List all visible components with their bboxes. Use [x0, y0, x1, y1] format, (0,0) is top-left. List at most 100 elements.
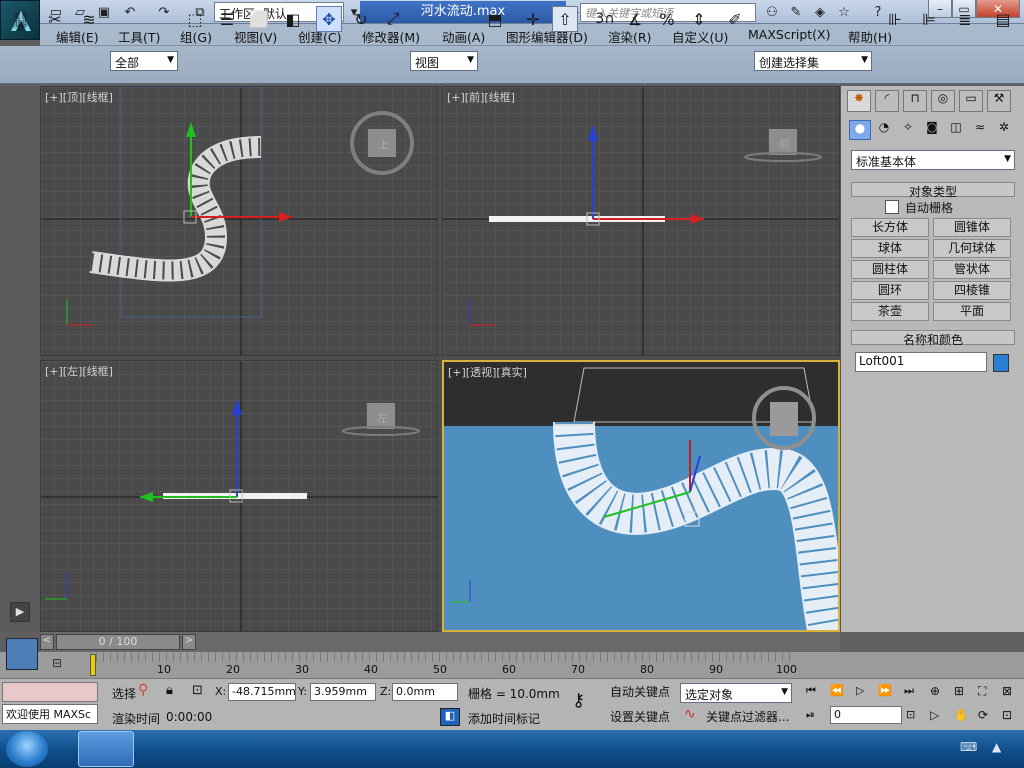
teapot-button[interactable]: 茶壶 — [851, 302, 929, 321]
geosphere-button[interactable]: 几何球体 — [933, 239, 1011, 258]
windows-start-icon[interactable] — [6, 731, 48, 767]
spacewarps-icon[interactable]: ≈ — [969, 120, 991, 140]
field-of-view-icon[interactable]: ▷ — [930, 708, 939, 722]
z-coord-field[interactable]: 0.0mm — [392, 683, 458, 701]
zoom-icon[interactable]: ⊕ — [930, 684, 940, 698]
go-to-start-icon[interactable]: ⏮ — [806, 684, 816, 698]
key-mode-toggle-icon[interactable]: ⏯ — [806, 708, 815, 722]
helpers-icon[interactable]: ◫ — [945, 120, 967, 140]
key-filters-button[interactable]: 关键点过滤器... — [706, 708, 789, 725]
set-key-mode-icon[interactable]: ⚷ — [572, 690, 585, 711]
unlink-icon[interactable]: ✂ — [42, 6, 68, 32]
geometry-icon[interactable]: ● — [849, 120, 871, 140]
named-selection-dropdown[interactable]: 创建选择集 ▼ — [754, 51, 872, 71]
absolute-mode-icon[interactable]: ⊡ — [192, 683, 203, 698]
object-type-rollout-header[interactable]: 对象类型 — [851, 182, 1015, 199]
modify-tab-icon[interactable]: ◜ — [875, 90, 899, 112]
viewport-front-label[interactable]: [+][前][线框] — [447, 89, 515, 105]
selection-filter-dropdown[interactable]: 全部 ▼ — [110, 51, 178, 71]
select-by-name-icon[interactable]: ☰ — [214, 6, 240, 32]
maximize-viewport-icon[interactable]: ⊡ — [1002, 708, 1012, 722]
communication-icon[interactable]: ◈ — [810, 3, 830, 21]
select-manipulate-icon[interactable]: ✛ — [520, 6, 546, 32]
snaps-toggle[interactable]: 3 ∩ — [592, 6, 618, 32]
tray-arrow-icon[interactable]: ▲ — [992, 740, 1001, 754]
lock-selection-icon[interactable]: 🔒︎ — [166, 683, 173, 698]
name-color-rollout-header[interactable]: 名称和颜色 — [851, 330, 1015, 347]
keyboard-icon[interactable]: ⌨ — [960, 740, 977, 754]
mirror-icon[interactable]: ⊪ — [882, 6, 908, 32]
hierarchy-tab-icon[interactable]: ⊓ — [903, 90, 927, 112]
geometry-category-dropdown[interactable]: 标准基本体 ▼ — [851, 150, 1015, 170]
spinner-snap-icon[interactable]: ⇕ — [686, 6, 712, 32]
zoom-all-icon[interactable]: ⊞ — [954, 684, 964, 698]
lights-icon[interactable]: ✧ — [897, 120, 919, 140]
sphere-button[interactable]: 球体 — [851, 239, 929, 258]
add-time-tag[interactable]: 添加时间标记 — [468, 710, 540, 727]
favorites-star-icon[interactable]: ☆ — [834, 3, 854, 21]
undo-icon[interactable]: ↶ — [120, 3, 140, 21]
select-object-icon[interactable]: ⬚ — [182, 6, 208, 32]
cone-button[interactable]: 圆锥体 — [933, 218, 1011, 237]
current-frame-field[interactable]: 0 — [830, 706, 902, 724]
menu-animation[interactable]: 动画(A) — [442, 27, 485, 46]
viewport-layout-icon[interactable] — [6, 638, 38, 670]
next-frame-icon[interactable]: ⏩ — [878, 684, 892, 697]
shapes-icon[interactable]: ◔ — [873, 120, 895, 140]
align-icon[interactable]: ⊫ — [916, 6, 942, 32]
graphite-tools-icon[interactable]: ▤ — [990, 6, 1016, 32]
percent-snap-icon[interactable]: % — [654, 6, 680, 32]
pivot-center-icon[interactable]: ⬒ — [482, 6, 508, 32]
tools-icon[interactable]: ✎ — [786, 3, 806, 21]
viewport-top-label[interactable]: [+][顶][线框] — [45, 89, 113, 105]
menu-tools[interactable]: 工具(T) — [118, 27, 160, 46]
object-color-swatch[interactable] — [993, 354, 1009, 372]
tube-button[interactable]: 管状体 — [933, 260, 1011, 279]
taskbar-3dsmax-icon[interactable] — [78, 731, 134, 767]
cameras-icon[interactable]: ◙ — [921, 120, 943, 140]
key-filter-dropdown[interactable]: 选定对象 ▼ — [680, 683, 792, 703]
time-tag-icon[interactable]: ◧ — [440, 708, 460, 726]
edit-named-selection-icon[interactable]: ✐ — [722, 6, 748, 32]
box-button[interactable]: 长方体 — [851, 218, 929, 237]
previous-frame-icon[interactable]: ⏪ — [830, 684, 844, 697]
link-icon[interactable]: ⛓ — [8, 6, 34, 32]
viewport-left[interactable]: 左 [+][左][线框] — [40, 360, 438, 632]
curve-editor-mini-icon[interactable]: ⊟ — [52, 656, 72, 672]
bind-spacewarp-icon[interactable]: ≋ — [76, 6, 102, 32]
maxscript-mini-listener[interactable]: 欢迎使用 MAXSc — [2, 704, 98, 724]
time-prev-arrow-icon[interactable]: < — [40, 634, 54, 650]
move-icon[interactable]: ✥ — [316, 6, 342, 32]
reference-coord-dropdown[interactable]: 视图 ▼ — [410, 51, 478, 71]
viewport-top[interactable]: 上 [+][顶][线框] — [40, 86, 438, 356]
scale-icon[interactable]: ⤢ — [380, 6, 406, 32]
track-bar[interactable]: ⊟ 10 20 30 40 50 60 70 80 90 100 — [0, 652, 1024, 678]
keyboard-shortcut-override-icon[interactable]: ⇧ — [552, 6, 578, 32]
rotate-icon[interactable]: ↻ — [348, 6, 374, 32]
binoculars-icon[interactable]: ⚇ — [762, 3, 782, 21]
time-config-icon[interactable]: ⊡ — [906, 708, 915, 721]
viewport-persp-label[interactable]: [+][透视][真实] — [448, 364, 527, 380]
layer-manager-icon[interactable]: ≣ — [952, 6, 978, 32]
isolate-selection-icon[interactable]: ⚲ — [138, 682, 148, 698]
motion-tab-icon[interactable]: ◎ — [931, 90, 955, 112]
plane-button[interactable]: 平面 — [933, 302, 1011, 321]
go-to-end-icon[interactable]: ⏭ — [904, 684, 914, 698]
play-icon[interactable]: ▷ — [856, 684, 864, 697]
orbit-icon[interactable]: ⟳ — [978, 708, 988, 722]
torus-button[interactable]: 圆环 — [851, 281, 929, 300]
x-coord-field[interactable]: -48.715mm — [228, 683, 296, 701]
time-slider[interactable]: 0 / 100 — [56, 634, 180, 650]
systems-icon[interactable]: ✲ — [993, 120, 1015, 140]
y-coord-field[interactable]: 3.959mm — [310, 683, 376, 701]
viewport-perspective[interactable]: [+][透视][真实] — [442, 360, 840, 632]
object-name-input[interactable]: Loft001 — [855, 352, 987, 372]
create-tab-icon[interactable]: ✸ — [847, 90, 871, 112]
angle-snap-icon[interactable]: ∡ — [622, 6, 648, 32]
zoom-extents-all-icon[interactable]: ⊠ — [1002, 684, 1012, 698]
set-key-button[interactable]: 设置关键点 — [610, 708, 676, 728]
menu-maxscript[interactable]: MAXScript(X) — [748, 27, 830, 42]
rect-selection-icon[interactable]: ⬜ — [246, 6, 272, 32]
viewport-left-label[interactable]: [+][左][线框] — [45, 363, 113, 379]
redo-icon[interactable]: ↷ — [154, 3, 174, 21]
